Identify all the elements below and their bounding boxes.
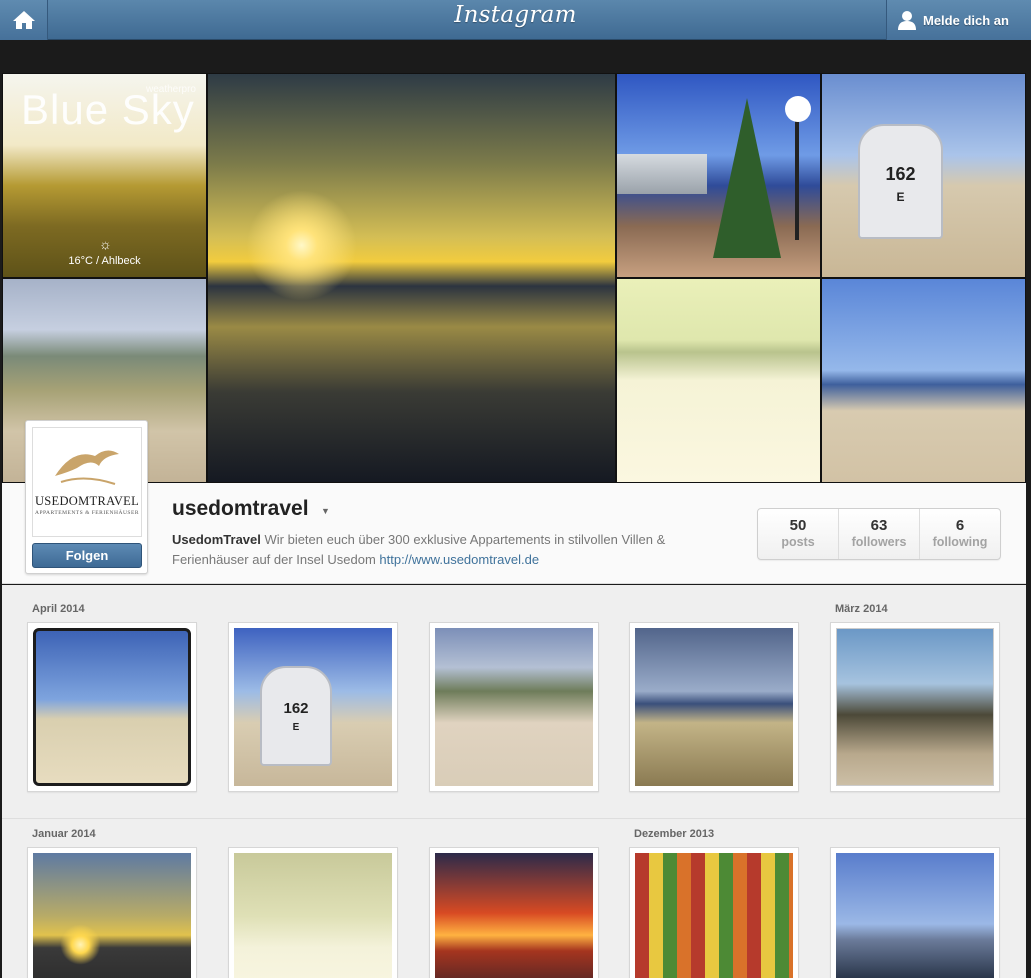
- profile-header-mosaic: Blue Sky weatherpro ☼ 16°C / Ahlbeck 162…: [2, 73, 1026, 483]
- beach-chair-shape: 162 E: [260, 666, 332, 766]
- feed-photo[interactable]: 162 E: [228, 622, 398, 792]
- photo-image: [33, 853, 191, 978]
- feed-photo[interactable]: [228, 847, 398, 978]
- mosaic-photo-7[interactable]: [821, 278, 1026, 483]
- sun-icon: ☼: [99, 236, 112, 252]
- month-label: April 2014: [32, 603, 85, 615]
- lamp-shape: [785, 96, 811, 122]
- stat-label: posts: [781, 535, 815, 549]
- chair-number: 162: [283, 700, 309, 717]
- bio-website-link[interactable]: http://www.usedomtravel.de: [379, 552, 539, 567]
- photo-image: [33, 628, 191, 786]
- bio-name: UsedomTravel: [172, 532, 261, 547]
- profile-avatar-card: USEDOMTRAVEL APPARTEMENTS & FERIENHÄUSER…: [25, 420, 148, 574]
- profile-stats: 50 posts 63 followers 6 following: [757, 508, 1001, 560]
- stat-label: followers: [851, 535, 907, 549]
- photo-image: [635, 853, 793, 978]
- photo-watermark: weatherpro: [145, 84, 196, 95]
- profile-username: usedomtravel: [172, 497, 309, 520]
- row-divider: [2, 818, 1026, 819]
- pier-shape: [617, 154, 707, 194]
- avatar-logo-text: USEDOMTRAVEL: [34, 494, 140, 508]
- stat-number: 63: [870, 517, 888, 534]
- photo-image: [234, 853, 392, 978]
- stat-posts[interactable]: 50 posts: [758, 509, 839, 559]
- chevron-down-icon[interactable]: ▼: [321, 506, 330, 516]
- feed-photo[interactable]: [429, 847, 599, 978]
- stat-label: following: [932, 535, 988, 549]
- month-label: März 2014: [835, 603, 888, 615]
- mosaic-photo-3[interactable]: [616, 73, 821, 278]
- stat-number: 50: [789, 517, 807, 534]
- follow-button[interactable]: Folgen: [32, 543, 142, 568]
- chair-number: 162: [885, 164, 916, 184]
- feed-photo[interactable]: [629, 847, 799, 978]
- photo-image: 162 E: [234, 628, 392, 786]
- photo-image: [435, 853, 593, 978]
- mosaic-photo-4[interactable]: 162 E: [821, 73, 1026, 278]
- stat-followers[interactable]: 63 followers: [839, 509, 920, 559]
- mosaic-photo-2[interactable]: [207, 73, 616, 483]
- mosaic-photo-1[interactable]: Blue Sky weatherpro ☼ 16°C / Ahlbeck: [2, 73, 207, 278]
- feed-photo[interactable]: [27, 622, 197, 792]
- user-icon: [898, 11, 916, 30]
- feed-photo[interactable]: [830, 622, 1000, 792]
- login-button[interactable]: Melde dich an: [886, 0, 1031, 40]
- photo-image: [836, 628, 994, 786]
- login-label: Melde dich an: [923, 12, 1009, 28]
- feed-photo[interactable]: [27, 847, 197, 978]
- avatar[interactable]: USEDOMTRAVEL APPARTEMENTS & FERIENHÄUSER: [32, 427, 142, 537]
- photo-image: [836, 853, 994, 978]
- christmas-tree-shape: [713, 98, 781, 258]
- instagram-logo[interactable]: Instagram: [0, 2, 1031, 28]
- profile-bio: UsedomTravel Wir bieten euch über 300 ex…: [172, 530, 732, 570]
- feed-photo[interactable]: [629, 622, 799, 792]
- top-navigation-bar: Instagram Melde dich an: [0, 0, 1031, 40]
- photo-image: [635, 628, 793, 786]
- beach-chair-shape: 162 E: [858, 124, 943, 239]
- lamp-pole-shape: [795, 120, 799, 240]
- mosaic-photo-6[interactable]: [616, 278, 821, 483]
- month-label: Dezember 2013: [634, 828, 715, 840]
- logo-icon: [55, 450, 119, 485]
- feed-photo[interactable]: [830, 847, 1000, 978]
- photo-weather-text: 16°C / Ahlbeck: [68, 255, 141, 267]
- feed-photo[interactable]: [429, 622, 599, 792]
- chair-letter: E: [292, 722, 300, 733]
- chair-letter: E: [896, 190, 905, 204]
- stat-following[interactable]: 6 following: [920, 509, 1000, 559]
- photo-image: [435, 628, 593, 786]
- stat-number: 6: [955, 517, 965, 534]
- avatar-logo-subtext: APPARTEMENTS & FERIENHÄUSER: [34, 510, 140, 516]
- month-label: Januar 2014: [32, 828, 96, 840]
